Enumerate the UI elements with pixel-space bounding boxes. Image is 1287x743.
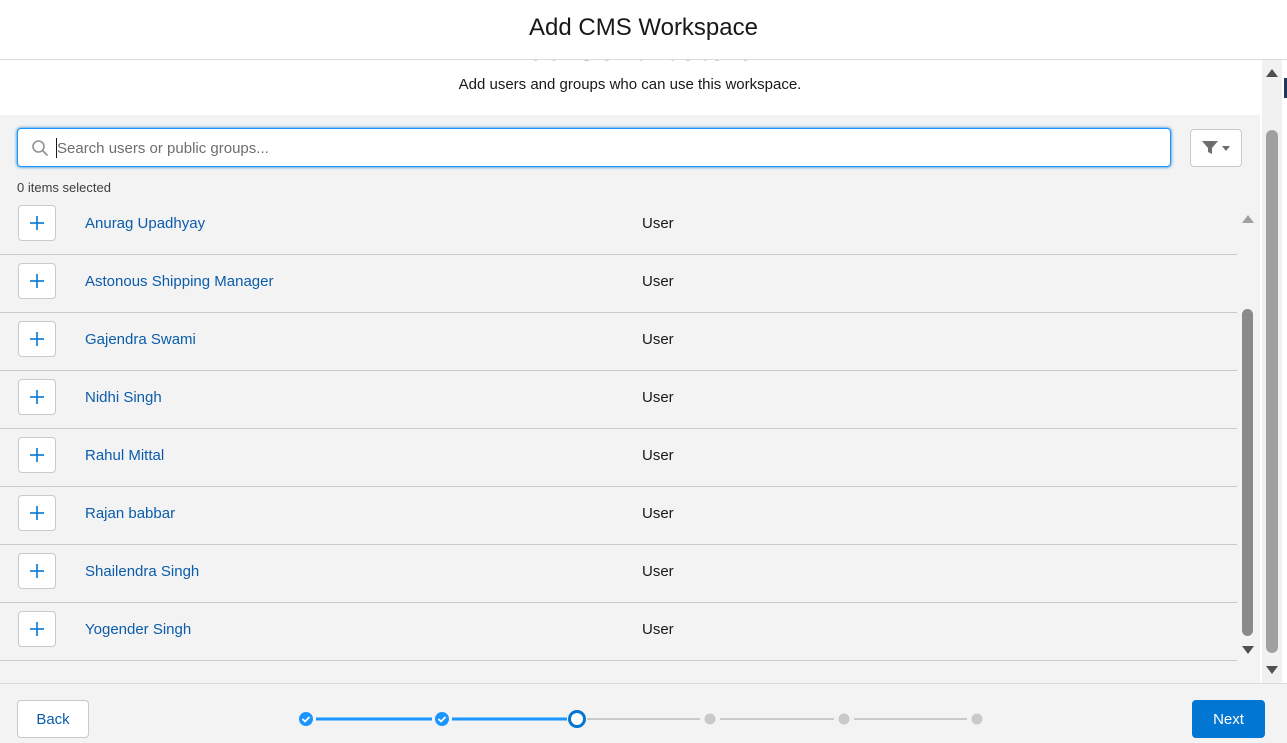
step-pending-marker bbox=[838, 713, 850, 725]
contributor-name-link[interactable]: Yogender Singh bbox=[85, 621, 191, 638]
contributor-name-link[interactable]: Astonous Shipping Manager bbox=[85, 273, 273, 290]
list-item: Rahul Mittal User bbox=[0, 429, 1237, 487]
step-title: Add Contributors bbox=[0, 60, 1260, 68]
contributors-list: Anurag Upadhyay User Astonous Shipping Man… bbox=[0, 205, 1237, 662]
list-scroll-up-icon[interactable] bbox=[1242, 215, 1254, 223]
add-contributor-button[interactable] bbox=[18, 495, 56, 531]
list-item: Rajan babbar User bbox=[0, 487, 1237, 545]
list-item: Yogender Singh User bbox=[0, 603, 1237, 661]
filter-button[interactable] bbox=[1190, 129, 1242, 167]
list-item: Nidhi Singh User bbox=[0, 371, 1237, 429]
add-contributor-button[interactable] bbox=[18, 263, 56, 299]
step-pending-marker bbox=[704, 713, 716, 725]
search-input[interactable] bbox=[56, 138, 1156, 158]
contributor-name-link[interactable]: Anurag Upadhyay bbox=[85, 215, 205, 232]
contributor-name-link[interactable]: Rahul Mittal bbox=[85, 447, 164, 464]
contributor-type: User bbox=[642, 621, 674, 638]
contributor-type: User bbox=[642, 563, 674, 580]
back-button[interactable]: Back bbox=[17, 700, 89, 738]
step-current-marker bbox=[568, 710, 586, 728]
plus-icon bbox=[30, 216, 44, 230]
list-item: Astonous Shipping Manager User bbox=[0, 255, 1237, 313]
plus-icon bbox=[30, 564, 44, 578]
list-scrollbar[interactable] bbox=[1237, 205, 1260, 662]
modal-footer: Back Next bbox=[0, 683, 1287, 743]
add-contributor-button[interactable] bbox=[18, 611, 56, 647]
search-box[interactable] bbox=[17, 128, 1171, 167]
step-description: Add users and groups who can use this wo… bbox=[458, 76, 802, 93]
add-contributor-button[interactable] bbox=[18, 321, 56, 357]
modal-scroll-thumb[interactable] bbox=[1266, 130, 1278, 653]
step-complete-icon bbox=[299, 712, 313, 726]
contributor-type: User bbox=[642, 505, 674, 522]
step-pending-marker bbox=[971, 713, 983, 725]
contributor-type: User bbox=[642, 215, 674, 232]
list-scroll-thumb[interactable] bbox=[1242, 309, 1253, 636]
add-contributor-button[interactable] bbox=[18, 553, 56, 589]
plus-icon bbox=[30, 448, 44, 462]
next-button[interactable]: Next bbox=[1192, 700, 1265, 738]
chevron-down-icon bbox=[1222, 145, 1230, 151]
contributor-type: User bbox=[642, 273, 674, 290]
list-item: Anurag Upadhyay User bbox=[0, 205, 1237, 255]
add-contributor-button[interactable] bbox=[18, 379, 56, 415]
contributors-panel: 0 items selected Anurag UpadhyayUserAsto… bbox=[0, 115, 1260, 683]
contributor-type: User bbox=[642, 447, 674, 464]
modal-scroll-down-icon[interactable] bbox=[1266, 666, 1278, 674]
modal-scrollbar[interactable] bbox=[1262, 60, 1282, 683]
filter-icon bbox=[1202, 141, 1218, 154]
plus-icon bbox=[30, 622, 44, 636]
window-edge bbox=[1282, 0, 1287, 743]
plus-icon bbox=[30, 506, 44, 520]
items-selected-count: 0 items selected bbox=[17, 180, 111, 195]
add-contributor-button[interactable] bbox=[18, 205, 56, 241]
progress-indicator bbox=[299, 710, 983, 728]
plus-icon bbox=[30, 332, 44, 346]
modal-header: Add CMS Workspace bbox=[0, 0, 1287, 60]
plus-icon bbox=[30, 274, 44, 288]
plus-icon bbox=[30, 390, 44, 404]
contributor-name-link[interactable]: Gajendra Swami bbox=[85, 331, 196, 348]
contributor-type: User bbox=[642, 331, 674, 348]
step-complete-icon bbox=[435, 712, 449, 726]
modal-scroll-up-icon[interactable] bbox=[1266, 69, 1278, 77]
list-item: Gajendra Swami User bbox=[0, 313, 1237, 371]
list-scroll-down-icon[interactable] bbox=[1242, 646, 1254, 654]
contributor-name-link[interactable]: Nidhi Singh bbox=[85, 389, 162, 406]
modal-body: Add Contributors Add users and groups wh… bbox=[0, 60, 1260, 683]
contributor-name-link[interactable]: Rajan babbar bbox=[85, 505, 175, 522]
modal-title: Add CMS Workspace bbox=[529, 13, 758, 41]
search-icon bbox=[32, 140, 48, 156]
list-item: Shailendra Singh User bbox=[0, 545, 1237, 603]
add-contributor-button[interactable] bbox=[18, 437, 56, 473]
contributor-type: User bbox=[642, 389, 674, 406]
contributor-name-link[interactable]: Shailendra Singh bbox=[85, 563, 199, 580]
